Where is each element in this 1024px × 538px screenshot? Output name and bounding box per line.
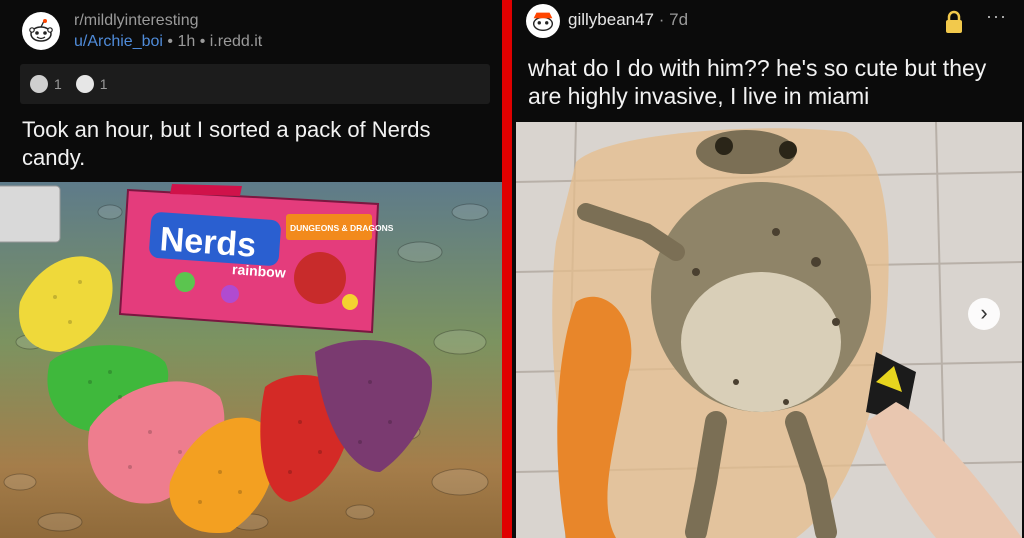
lock-icon [944,10,964,34]
award-count: 1 [54,76,62,92]
post-age: 7d [669,10,689,29]
award-icon[interactable] [30,75,48,93]
reddit-alien-icon [29,19,53,42]
post-username[interactable]: u/Archie_boi [74,33,163,50]
subreddit-name[interactable]: r/mildlyinteresting [74,12,198,30]
post-image[interactable]: Nerds rainbow DUNGEONS & DRAGONS [0,182,502,538]
post-caption: what do I do with him?? he's so cute but… [528,55,987,109]
post-age: 1h [177,33,196,50]
post-username[interactable]: gillybean47 [568,10,654,29]
box-tag-text: DUNGEONS & DRAGONS [290,223,394,233]
award-count: 1 [99,76,108,92]
post-domain[interactable]: i.redd.it [210,33,262,50]
candy-box: Nerds rainbow DUNGEONS & DRAGONS [118,184,394,334]
right-post-panel: gillybean47 · 7d ··· what do I do with h… [512,0,1024,538]
separator-dot: · [658,10,670,29]
post-image[interactable]: › [516,122,1022,538]
post-meta-line: u/Archie_boi • 1h • i.redd.it [74,33,262,51]
box-brand-text: Nerds [159,220,258,265]
candy-photo-illustration: Nerds rainbow DUNGEONS & DRAGONS [0,184,489,534]
separator-dot: • [167,33,178,50]
more-options-button[interactable]: ··· [986,6,1007,27]
toad-photo-illustration [516,122,1022,538]
user-avatar[interactable] [526,4,560,38]
left-post-panel: r/mildlyinteresting u/Archie_boi • 1h • … [0,0,502,538]
next-image-button[interactable]: › [968,298,1000,330]
reddit-alien-icon [532,12,554,32]
post-title[interactable]: Took an hour, but I sorted a pack of Ner… [22,116,462,172]
award-icon[interactable] [75,75,94,93]
separator-dot: • [199,33,210,50]
post-meta-line: gillybean47 · 7d [568,10,688,30]
reddit-avatar[interactable] [22,12,60,50]
awards-bar: 1 1 [20,64,490,104]
